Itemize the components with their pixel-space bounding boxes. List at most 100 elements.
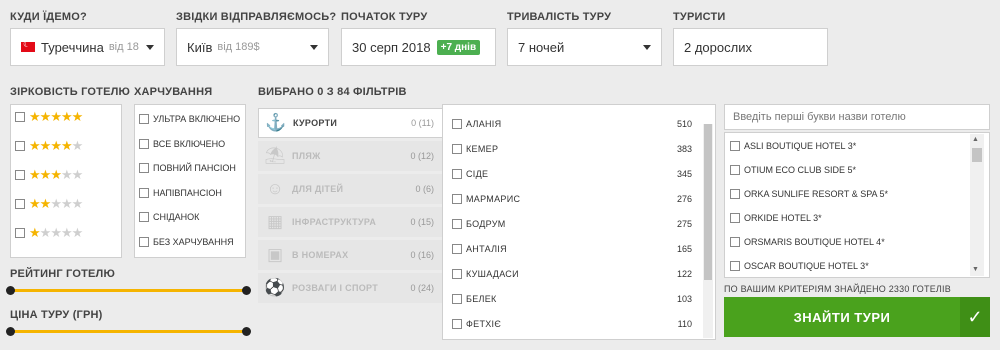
checkbox[interactable]	[139, 187, 149, 198]
filter-tab-count: 0 (16)	[410, 250, 434, 260]
filter-tab-count: 0 (24)	[410, 283, 434, 293]
rating-slider-track[interactable]	[10, 289, 246, 292]
hotel-name: OTIUM ECO CLUB SIDE 5*	[744, 165, 857, 175]
checkbox[interactable]	[452, 119, 462, 129]
resort-option[interactable]: АНТАЛІЯ 165	[452, 242, 692, 256]
filter-tab-count: 0 (15)	[410, 217, 434, 227]
hotel-search-input[interactable]: Введіть перші букви назви готелю	[724, 104, 990, 130]
price-slider-track[interactable]	[10, 330, 246, 333]
meal-option[interactable]: НАПІВПАНСІОН	[139, 186, 222, 200]
start-date-field[interactable]: 30 серп 2018 +7 днів	[341, 28, 496, 66]
destination-select[interactable]: Туреччина від 18	[10, 28, 165, 66]
filter-tab-label: КУРОРТИ	[293, 118, 338, 128]
resort-count: 103	[676, 294, 692, 304]
resort-option[interactable]: КУШАДАСИ 122	[452, 267, 692, 281]
meal-option[interactable]: СНІДАНОК	[139, 210, 199, 224]
start-date-value: 30 серп 2018	[352, 39, 431, 55]
checkbox[interactable]	[15, 141, 25, 151]
filter-tab[interactable]: ⚓ КУРОРТИ 0 (11)	[258, 108, 442, 138]
search-tours-button[interactable]: ЗНАЙТИ ТУРИ ✓	[724, 297, 990, 337]
filter-tab-label: ІНФРАСТРУКТУРА	[292, 217, 377, 227]
resort-option[interactable]: ФЕТХІЄ 110	[452, 317, 692, 331]
resort-option[interactable]: АЛАНІЯ 510	[452, 117, 692, 131]
meal-option[interactable]: УЛЬТРА ВКЛЮЧЕНО	[139, 112, 240, 126]
rating-slider-min-handle[interactable]	[5, 286, 15, 295]
resort-option[interactable]: СІДЕ 345	[452, 167, 692, 181]
chevron-down-icon	[310, 45, 318, 50]
checkbox[interactable]	[15, 199, 25, 209]
checkbox[interactable]	[730, 213, 740, 223]
meal-option[interactable]: ВСЕ ВКЛЮЧЕНО	[139, 137, 225, 151]
checkbox[interactable]	[730, 189, 740, 199]
filter-tab[interactable]: ▣ В НОМЕРАХ 0 (16)	[258, 240, 442, 270]
departure-hint: від 189$	[217, 41, 260, 53]
hotel-option[interactable]: ORSMARIS BOUTIQUE HOTEL 4*	[730, 235, 960, 249]
star-filter-row[interactable]: ★★★★★	[15, 139, 83, 153]
resort-name: БОДРУМ	[466, 219, 506, 229]
star-filter-row[interactable]: ★★★★★	[15, 197, 83, 211]
checkbox[interactable]	[730, 237, 740, 247]
checkbox[interactable]	[730, 261, 740, 271]
checkbox[interactable]	[452, 244, 462, 254]
resort-option[interactable]: БЕЛЕК 103	[452, 292, 692, 306]
checkbox[interactable]	[139, 138, 149, 149]
resort-option[interactable]: БОДРУМ 275	[452, 217, 692, 231]
filter-tab[interactable]: ▦ ІНФРАСТРУКТУРА 0 (15)	[258, 207, 442, 237]
date-flex-badge[interactable]: +7 днів	[436, 39, 481, 55]
price-slider-max-handle[interactable]	[241, 327, 251, 336]
scroll-up-icon[interactable]: ▲	[972, 136, 979, 143]
resort-name: СІДЕ	[466, 169, 489, 179]
star-filter-row[interactable]: ★★★★★	[15, 225, 83, 240]
star-rating-icon: ★★★★★	[29, 225, 83, 240]
checkbox[interactable]	[139, 163, 149, 173]
hotel-scrollbar-thumb[interactable]	[972, 148, 982, 162]
resort-name: БЕЛЕК	[466, 294, 497, 304]
resort-name: ФЕТХІЄ	[466, 319, 502, 329]
rating-slider-max-handle[interactable]	[241, 286, 251, 295]
resort-name: АНТАЛІЯ	[466, 244, 507, 254]
hotel-option[interactable]: ORKIDE HOTEL 3*	[730, 211, 960, 225]
hotel-option[interactable]: ASLI BOUTIQUE HOTEL 3*	[730, 139, 960, 153]
duration-select[interactable]: 7 ночей	[507, 28, 662, 66]
meal-option[interactable]: БЕЗ ХАРЧУВАННЯ	[139, 235, 234, 249]
star-filter-row[interactable]: ★★★★★	[15, 110, 83, 124]
filter-tab[interactable]: ⚽ РОЗВАГИ І СПОРТ 0 (24)	[258, 273, 442, 303]
star-filter-row[interactable]: ★★★★★	[15, 168, 83, 182]
departure-value: Київ	[187, 39, 213, 55]
hotel-option[interactable]: OSCAR BOUTIQUE HOTEL 3*	[730, 259, 960, 273]
resort-option[interactable]: КЕМЕР 383	[452, 142, 692, 156]
beach-icon: ⛱	[264, 146, 286, 165]
checkbox[interactable]	[452, 319, 462, 329]
checkbox[interactable]	[452, 169, 462, 179]
destination-label: КУДИ ЇДЕМО?	[10, 11, 87, 23]
checkbox[interactable]	[730, 141, 740, 151]
resort-scrollbar-thumb[interactable]	[704, 124, 712, 280]
checkbox[interactable]	[452, 219, 462, 229]
hotel-option[interactable]: OTIUM ECO CLUB SIDE 5*	[730, 163, 960, 177]
filter-tab-count: 0 (12)	[410, 151, 434, 161]
departure-select[interactable]: Київ від 189$	[176, 28, 329, 66]
start-date-label: ПОЧАТОК ТУРУ	[341, 11, 428, 23]
checkbox[interactable]	[452, 294, 462, 304]
checkbox[interactable]	[15, 170, 25, 180]
chevron-down-icon	[146, 45, 154, 50]
checkbox[interactable]	[730, 165, 740, 175]
tourists-field[interactable]: 2 дорослих	[673, 28, 828, 66]
filter-tab[interactable]: ⛱ ПЛЯЖ 0 (12)	[258, 141, 442, 171]
scroll-down-icon[interactable]: ▼	[972, 266, 979, 273]
resort-option[interactable]: МАРМАРИС 276	[452, 192, 692, 206]
checkbox[interactable]	[139, 114, 149, 124]
checkbox[interactable]	[452, 144, 462, 154]
duration-label: ТРИВАЛІСТЬ ТУРУ	[507, 11, 612, 23]
meal-option-label: НАПІВПАНСІОН	[153, 187, 222, 198]
checkbox[interactable]	[452, 194, 462, 204]
checkbox[interactable]	[139, 212, 149, 222]
checkbox[interactable]	[15, 112, 25, 122]
checkbox[interactable]	[139, 236, 149, 247]
meal-option[interactable]: ПОВНИЙ ПАНСІОН	[139, 161, 236, 175]
checkbox[interactable]	[452, 269, 462, 279]
filter-tab[interactable]: ☺ ДЛЯ ДІТЕЙ 0 (6)	[258, 174, 442, 204]
checkbox[interactable]	[15, 228, 25, 238]
hotel-option[interactable]: ORKA SUNLIFE RESORT & SPA 5*	[730, 187, 960, 201]
price-slider-min-handle[interactable]	[5, 327, 15, 336]
